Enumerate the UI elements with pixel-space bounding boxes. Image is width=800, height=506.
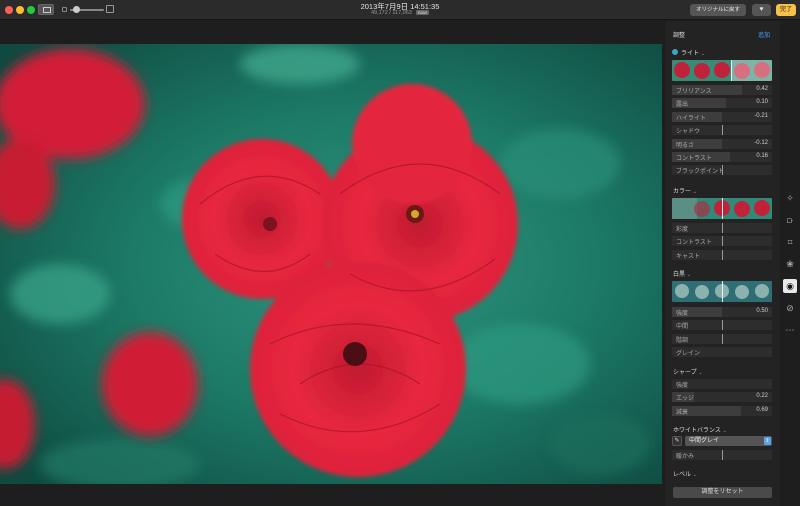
revert-to-original-button[interactable]: オリジナルに戻す (690, 4, 746, 16)
tone-slider[interactable]: 階調 (672, 334, 772, 344)
panel-title: 調整 (673, 33, 686, 39)
chevron-down-icon: ⌄ (686, 272, 691, 278)
light-title-text: ライト (681, 51, 700, 57)
slider-label: 中間 (676, 324, 689, 330)
slider-label: エッジ (676, 396, 695, 402)
wb-mode-select[interactable]: 中間グレイ (685, 436, 772, 446)
slider-label: 露出 (676, 102, 689, 108)
slider-label: 減衰 (676, 410, 689, 416)
color-section-title[interactable]: カラー ⌄ (673, 186, 697, 195)
chevron-down-icon: ⌄ (698, 370, 703, 376)
slider-label: 明るさ (676, 143, 695, 149)
reset-adjustments-button[interactable]: 調整をリセット (673, 487, 772, 498)
warmth-slider[interactable]: 暖かみ (672, 450, 772, 460)
bw-section-title[interactable]: 白黒 ⌄ (673, 269, 691, 278)
edges-slider[interactable]: エッジ 0.22 (672, 392, 772, 402)
wb-section-title[interactable]: ホワイトバランス ⌄ (673, 425, 727, 434)
slider-value: 0.50 (756, 308, 768, 314)
slider-value: 0.69 (756, 407, 768, 413)
chevron-down-icon: ⌄ (700, 51, 705, 57)
slider-label: コントラスト (676, 240, 712, 246)
slider-label: キャスト (676, 254, 701, 260)
adjust-icon[interactable]: ◉ (783, 279, 797, 293)
highlights-slider[interactable]: ハイライト -0.21 (672, 112, 772, 122)
chevron-down-icon: ⌄ (692, 472, 697, 478)
saturation-slider[interactable]: 彩度 (672, 223, 772, 233)
color-thumbnail-strip[interactable] (672, 198, 772, 219)
wb-title-text: ホワイトバランス (673, 428, 721, 434)
light-thumbnails (672, 60, 772, 81)
slider-label: コントラスト (676, 156, 712, 162)
brilliance-slider[interactable]: ブリリアンス 0.42 (672, 85, 772, 95)
color-title-text: カラー (673, 189, 692, 195)
levels-title-text: レベル (673, 472, 692, 478)
heart-icon: ♥ (759, 6, 764, 13)
slider-label: ハイライト (676, 116, 706, 122)
brightness-slider[interactable]: 明るさ -0.12 (672, 139, 772, 149)
sharpen-section-title[interactable]: シャープ ⌄ (673, 367, 703, 376)
bw-intensity-slider[interactable]: 強度 0.50 (672, 307, 772, 317)
photo-count: 49,172 / 117,063 RAW (0, 10, 800, 16)
slider-value: 0.42 (756, 86, 768, 92)
slider-value: -0.21 (754, 113, 768, 119)
slider-label: グレイン (676, 351, 701, 357)
chevron-down-icon: ⌄ (692, 189, 697, 195)
slider-label: 階調 (676, 338, 689, 344)
falloff-slider[interactable]: 減衰 0.69 (672, 406, 772, 416)
slider-label: 強度 (676, 311, 689, 317)
bw-thumbnail-strip[interactable] (672, 281, 772, 302)
slider-label: シャドウ (676, 129, 701, 135)
magic-wand-icon[interactable]: ✧ (783, 191, 797, 205)
slider-value: 0.16 (756, 153, 768, 159)
black-point-slider[interactable]: ブラックポイント (672, 165, 772, 175)
rotate-crop-icon[interactable]: ⌗ (783, 235, 797, 249)
done-button[interactable]: 完了 (776, 4, 796, 16)
slider-label: ブリリアンス (676, 89, 712, 95)
slider-value: -0.12 (754, 140, 768, 146)
slider-value: 0.22 (756, 393, 768, 399)
eyedropper-icon[interactable]: ✎ (672, 436, 682, 446)
bw-thumbnails (672, 281, 772, 302)
photo-bottom-margin (0, 485, 662, 506)
filters-icon[interactable]: ❀ (783, 257, 797, 271)
slider-label: 暖かみ (676, 454, 695, 460)
sharpen-intensity-slider[interactable]: 強度 (672, 379, 772, 389)
favorite-button[interactable]: ♥ (752, 4, 771, 16)
slider-label: 彩度 (676, 227, 689, 233)
crop-icon[interactable]: ⟥ (783, 213, 797, 227)
color-thumbnails (672, 198, 772, 219)
color-contrast-slider[interactable]: コントラスト (672, 236, 772, 246)
bandage-icon[interactable]: ⊘ (783, 301, 797, 315)
photo-canvas[interactable] (0, 44, 662, 484)
select-arrows-icon[interactable]: ⇕ (764, 437, 771, 445)
chevron-down-icon: ⌄ (722, 428, 727, 434)
contrast-slider[interactable]: コントラスト 0.16 (672, 152, 772, 162)
slider-value: 0.10 (756, 99, 768, 105)
levels-section-title[interactable]: レベル ⌄ (673, 469, 697, 478)
grain-slider[interactable]: グレイン (672, 347, 772, 357)
more-icon[interactable]: ⋯ (783, 323, 797, 337)
slider-label: ブラックポイント (676, 169, 725, 175)
raw-badge: RAW (415, 10, 430, 16)
photo-count-text: 49,172 / 117,063 (370, 10, 412, 16)
add-button[interactable]: 追加 (758, 30, 770, 39)
slider-label: 強度 (676, 383, 689, 389)
rose-photo (0, 44, 662, 484)
light-section-title[interactable]: ライト ⌄ (681, 48, 705, 57)
bw-title-text: 白黒 (673, 272, 686, 278)
neutrals-slider[interactable]: 中間 (672, 320, 772, 330)
sharpen-title-text: シャープ (673, 370, 697, 376)
light-toggle-icon[interactable] (672, 49, 678, 55)
light-thumbnail-strip[interactable] (672, 60, 772, 81)
shadows-slider[interactable]: シャドウ (672, 125, 772, 135)
exposure-slider[interactable]: 露出 0.10 (672, 98, 772, 108)
cast-slider[interactable]: キャスト (672, 250, 772, 260)
